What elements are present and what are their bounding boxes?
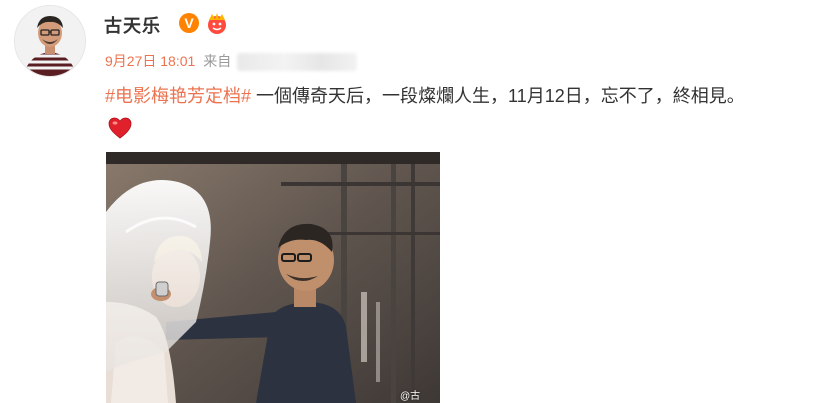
user-name[interactable]: 古天乐 xyxy=(104,12,161,38)
image-watermark: @古 xyxy=(400,391,421,402)
verified-icon: V xyxy=(179,13,199,33)
user-avatar[interactable] xyxy=(14,5,86,77)
post-time[interactable]: 9月27日 18:01 xyxy=(105,53,195,69)
hashtag-link[interactable]: #电影梅艳芳定档# xyxy=(105,86,251,106)
post-body: 一個傳奇天后，一段燦爛人生，11月12日，忘不了，終相見。 xyxy=(251,86,745,106)
heart-icon xyxy=(108,117,132,139)
post-text: #电影梅艳芳定档# 一個傳奇天后，一段燦爛人生，11月12日，忘不了，終相見。 xyxy=(105,82,834,108)
blurred-source xyxy=(237,53,358,72)
post-image[interactable] xyxy=(106,152,440,403)
source-label: 来自 xyxy=(203,53,232,69)
vip-crown-icon xyxy=(203,11,231,35)
post-meta: 9月27日 18:01 来自 xyxy=(105,51,358,72)
